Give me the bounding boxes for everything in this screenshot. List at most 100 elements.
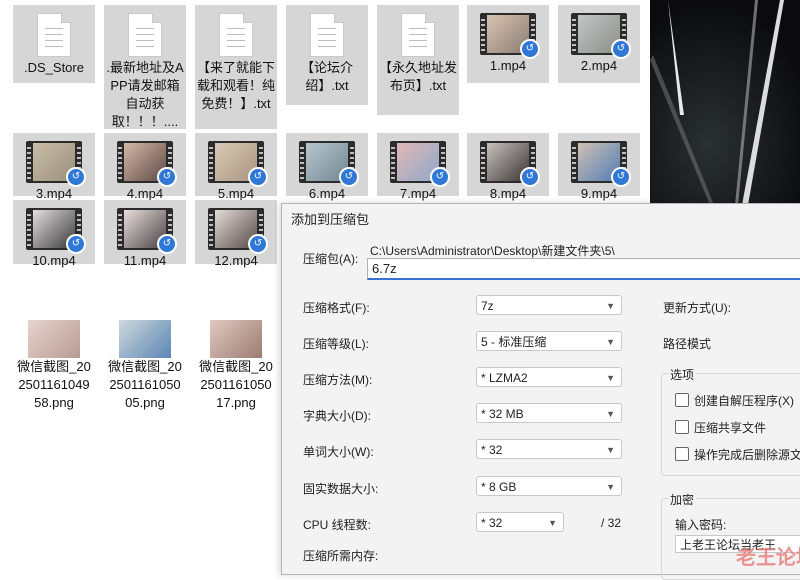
play-badge-icon: ↺ <box>520 39 540 59</box>
cpu-threads-label: CPU 线程数: <box>303 518 372 532</box>
file-video[interactable]: ↺ 4.mp4 <box>104 133 186 201</box>
document-icon <box>310 13 344 57</box>
method-select[interactable]: * LZMA2 ▼ <box>476 367 622 387</box>
create-sfx-label: 创建自解压程序(X) <box>694 394 794 408</box>
format-label: 压缩格式(F): <box>303 301 370 315</box>
file-permanent-address-txt[interactable]: 【永久地址发布页】.txt <box>377 5 459 115</box>
document-icon <box>401 13 435 57</box>
solid-block-value: * 8 GB <box>481 480 517 494</box>
format-select[interactable]: 7z ▼ <box>476 295 622 315</box>
word-size-label: 单词大小(W): <box>303 445 374 459</box>
image-thumbnail-icon <box>28 320 80 358</box>
dictionary-label: 字典大小(D): <box>303 409 371 423</box>
file-name: 12.mp4 <box>214 253 258 268</box>
file-video[interactable]: ↺ 12.mp4 <box>195 200 277 268</box>
file-video[interactable]: ↺ 9.mp4 <box>558 133 640 201</box>
method-label: 压缩方法(M): <box>303 373 373 387</box>
file-free-download-txt[interactable]: 【来了就能下载和观看！纯免费！】.txt <box>195 5 277 129</box>
play-badge-icon: ↺ <box>339 167 359 187</box>
level-label: 压缩等级(L): <box>303 337 370 351</box>
chevron-down-icon: ▼ <box>606 409 615 419</box>
create-sfx-checkbox[interactable]: 创建自解压程序(X) <box>675 392 794 409</box>
document-line <box>45 46 63 47</box>
file-video[interactable]: ↺ 3.mp4 <box>13 133 95 201</box>
video-thumbnail-icon: ↺ <box>480 141 540 187</box>
word-size-select[interactable]: * 32 ▼ <box>476 439 622 459</box>
file-name: 7.mp4 <box>399 186 437 201</box>
file-video[interactable]: ↺ 2.mp4 <box>558 5 640 83</box>
image-thumbnail-icon <box>210 320 262 358</box>
file-name: 9.mp4 <box>580 186 618 201</box>
play-badge-icon: ↺ <box>520 167 540 187</box>
chevron-down-icon: ▼ <box>606 301 615 311</box>
delete-after-checkbox[interactable]: 操作完成后删除源文件 <box>675 446 800 463</box>
file-image[interactable]: 微信截图_20250116105017.png <box>195 320 277 436</box>
video-thumbnail-icon: ↺ <box>117 141 177 187</box>
file-forum-intro-txt[interactable]: 【论坛介绍】.txt <box>286 5 368 105</box>
cpu-threads-value: * 32 <box>481 516 503 530</box>
document-line <box>45 34 63 35</box>
play-badge-icon: ↺ <box>430 167 450 187</box>
file-name: 微信截图_20250116104958.png <box>17 359 91 410</box>
file-name: 8.mp4 <box>489 186 527 201</box>
password-label: 输入密码: <box>675 518 727 532</box>
update-mode-label: 更新方式(U): <box>663 301 731 315</box>
document-line <box>318 40 336 41</box>
file-name: 6.mp4 <box>308 186 346 201</box>
file-video[interactable]: ↺ 11.mp4 <box>104 200 186 268</box>
dialog-title: 添加到压缩包 <box>291 212 370 227</box>
video-thumbnail-icon: ↺ <box>571 141 631 187</box>
image-thumbnail-icon <box>119 320 171 358</box>
document-line <box>227 34 245 35</box>
document-icon <box>219 13 253 57</box>
dictionary-select[interactable]: * 32 MB ▼ <box>476 403 622 423</box>
cpu-threads-select[interactable]: * 32 ▼ <box>476 512 564 532</box>
document-line <box>318 28 336 29</box>
document-line <box>45 40 63 41</box>
archive-path: C:\Users\Administrator\Desktop\新建文件夹\5\ <box>370 244 615 258</box>
file-video[interactable]: ↺ 8.mp4 <box>467 133 549 201</box>
watermark-text: 老王论坛 <box>736 547 800 569</box>
chevron-down-icon: ▼ <box>606 337 615 347</box>
level-select[interactable]: 5 - 标准压缩 ▼ <box>476 331 622 351</box>
document-line <box>136 40 154 41</box>
file-video[interactable]: ↺ 5.mp4 <box>195 133 277 201</box>
checkbox-icon <box>675 447 689 461</box>
document-line <box>318 34 336 35</box>
file-ds-store[interactable]: .DS_Store <box>13 5 95 83</box>
file-image[interactable]: 微信截图_20250116104958.png <box>13 320 95 436</box>
file-video[interactable]: ↺ 6.mp4 <box>286 133 368 201</box>
video-thumbnail-icon: ↺ <box>26 208 86 254</box>
archive-name-input[interactable]: 6.7z <box>367 258 800 280</box>
chevron-down-icon: ▼ <box>606 373 615 383</box>
chevron-down-icon: ▼ <box>606 482 615 492</box>
document-line <box>409 46 427 47</box>
file-name: 2.mp4 <box>580 58 618 73</box>
add-to-archive-dialog: 添加到压缩包 压缩包(A): C:\Users\Administrator\De… <box>281 203 800 580</box>
solid-block-select[interactable]: * 8 GB ▼ <box>476 476 622 496</box>
play-badge-icon: ↺ <box>611 167 631 187</box>
document-line <box>227 46 245 47</box>
video-thumbnail-icon: ↺ <box>26 141 86 187</box>
delete-after-label: 操作完成后删除源文件 <box>694 448 800 462</box>
shared-files-label: 压缩共享文件 <box>694 421 767 435</box>
method-value: * LZMA2 <box>481 371 528 385</box>
play-badge-icon: ↺ <box>66 234 86 254</box>
video-thumbnail-icon: ↺ <box>480 13 540 59</box>
file-latest-address[interactable]: .最新地址及APP请发邮箱自动获取！！！.... <box>104 5 186 129</box>
file-video[interactable]: ↺ 7.mp4 <box>377 133 459 201</box>
encryption-title: 加密 <box>668 491 697 508</box>
file-name: 微信截图_20250116105017.png <box>199 359 273 410</box>
file-image[interactable]: 微信截图_20250116105005.png <box>104 320 186 436</box>
file-name: 11.mp4 <box>123 253 167 268</box>
shared-files-checkbox[interactable]: 压缩共享文件 <box>675 419 766 436</box>
file-name: 1.mp4 <box>489 58 527 73</box>
document-line <box>409 40 427 41</box>
document-line <box>227 40 245 41</box>
document-icon <box>37 13 71 57</box>
file-video[interactable]: ↺ 1.mp4 <box>467 5 549 83</box>
file-name: 10.mp4 <box>32 253 76 268</box>
file-video[interactable]: ↺ 10.mp4 <box>13 200 95 268</box>
play-badge-icon: ↺ <box>66 167 86 187</box>
play-badge-icon: ↺ <box>248 234 268 254</box>
